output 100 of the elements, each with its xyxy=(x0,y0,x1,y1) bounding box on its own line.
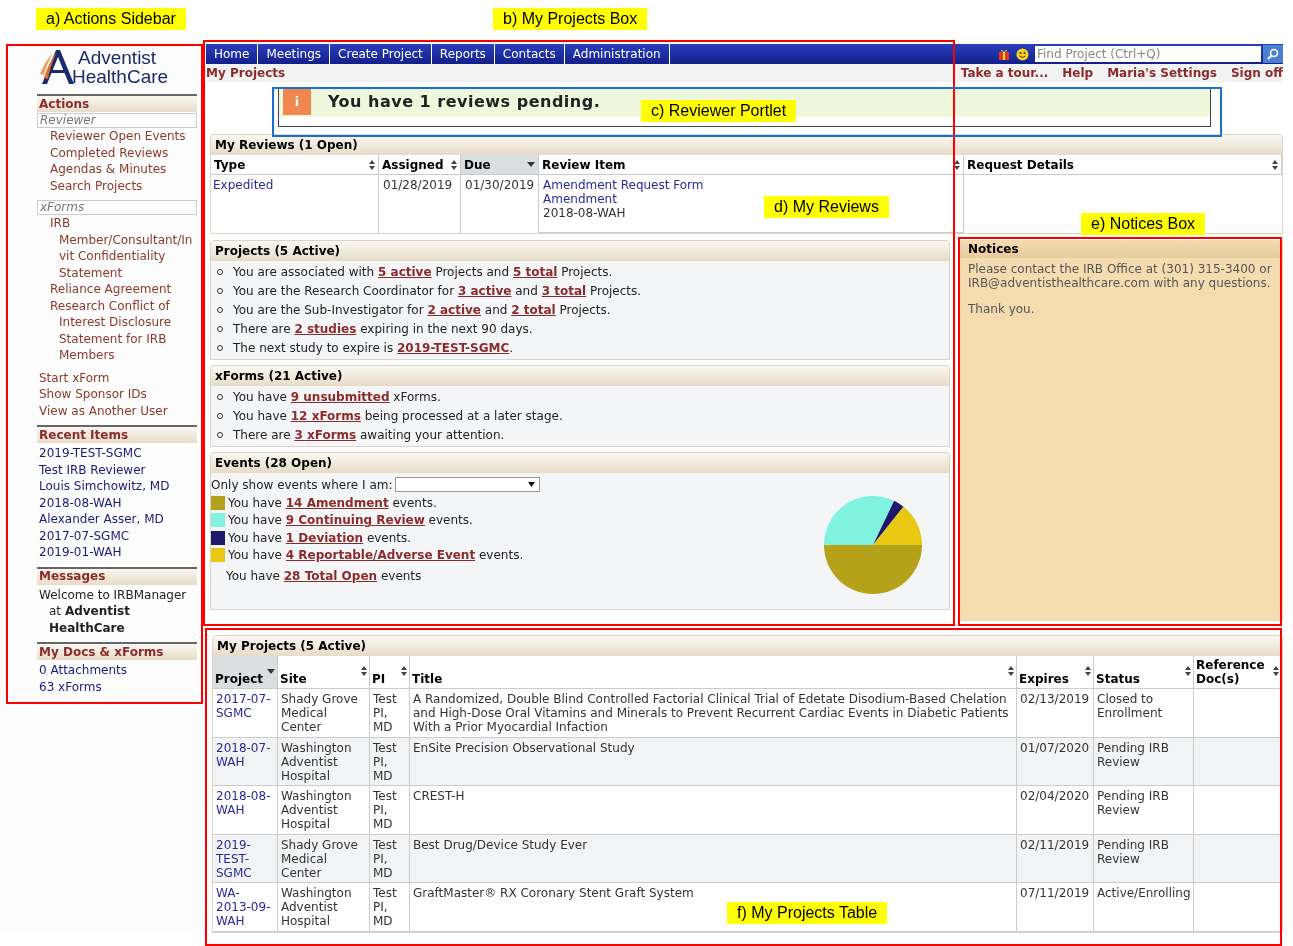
panel-header: Events (28 Open) xyxy=(211,453,949,473)
sort-icon xyxy=(1085,666,1091,676)
column-header[interactable]: Type xyxy=(211,155,379,174)
sidebar-link[interactable]: Reliance Agreement xyxy=(43,281,197,298)
sidebar-link[interactable]: Search Projects xyxy=(43,177,197,194)
sidebar-section-title: Recent Items xyxy=(37,425,197,443)
role-dropdown[interactable] xyxy=(395,477,541,492)
header-link[interactable]: Maria's Settings xyxy=(1107,64,1217,82)
column-header[interactable]: Title xyxy=(410,656,1017,688)
sidebar-link[interactable]: Reviewer Open Events xyxy=(43,128,197,145)
summary-link[interactable]: 9 unsubmitted xyxy=(290,388,390,406)
summary-text: Projects. xyxy=(558,302,611,319)
recent-item-link[interactable]: Test IRB Reviewer xyxy=(37,461,197,478)
review-item-link[interactable]: Amendment Request Form xyxy=(543,178,704,192)
column-label: Expires xyxy=(1019,672,1069,686)
project-link[interactable]: 2018-07-WAH xyxy=(216,740,274,769)
summary-link[interactable]: 3 xForms xyxy=(294,426,357,444)
recent-item-link[interactable]: 2018-08-WAH xyxy=(37,494,197,511)
summary-text: You are the Sub-Investigator for xyxy=(233,302,425,319)
sort-icon xyxy=(1273,666,1279,676)
column-header[interactable]: Status xyxy=(1094,656,1194,688)
sidebar-section-title: Actions xyxy=(37,94,197,112)
search-icon xyxy=(1267,48,1279,60)
summary-link[interactable]: 3 total xyxy=(541,282,587,300)
sidebar-link[interactable]: Show Sponsor IDs xyxy=(37,386,197,403)
table-cell: EnSite Precision Observational Study xyxy=(413,740,635,755)
header-link[interactable]: Take a tour... xyxy=(960,64,1049,82)
gift-icon xyxy=(998,48,1010,60)
column-header[interactable]: Reference Doc(s) xyxy=(1194,656,1282,688)
summary-text: There are xyxy=(233,321,292,338)
table-cell: 07/11/2019 xyxy=(1020,886,1090,900)
summary-text: You have xyxy=(233,408,288,425)
summary-link[interactable]: 2 studies xyxy=(294,320,357,338)
summary-link[interactable]: 2 total xyxy=(511,301,556,319)
summary-text: You have xyxy=(226,567,281,585)
annotation-label: c) Reviewer Portlet xyxy=(641,100,797,122)
sort-caret-icon xyxy=(527,162,535,167)
summary-text: You have xyxy=(228,512,283,530)
sidebar-link[interactable]: Research Conflict of Interest Disclosure Statement for IRB Members xyxy=(43,297,197,364)
sidebar-link[interactable]: Completed Reviews xyxy=(43,144,197,161)
table-cell: Pending IRB Review xyxy=(1097,740,1169,769)
table-cell: A Randomized, Double Blind Controlled Factorial Clinical Trial of Edetate Disodium-Based Chelation and High-Dose Oral Vitamins and Minerals to Prevent Recurrent Cardiac Events in Diabetic Patients With a Prior Myocardial Infaction xyxy=(413,692,1009,734)
sort-icon xyxy=(1008,666,1014,676)
panel-header: Notices xyxy=(960,240,1283,258)
project-link[interactable]: WA-2013-09-WAH xyxy=(216,886,274,928)
review-type-link[interactable]: Expedited xyxy=(213,178,274,192)
sidebar-link[interactable]: IRB Member/Consultant/Invit Confidentiality Statement xyxy=(43,215,197,281)
annotation-label: f) My Projects Table xyxy=(727,902,888,924)
summary-link[interactable]: 14 Amendment xyxy=(285,493,389,512)
summary-text: being processed at a later stage. xyxy=(363,408,563,425)
summary-text: events. xyxy=(427,512,473,530)
column-header[interactable]: Expires xyxy=(1017,656,1094,688)
sort-icon xyxy=(1272,159,1278,170)
column-header[interactable]: Site xyxy=(278,656,370,688)
sidebar-section-title: Messages xyxy=(37,566,197,585)
recent-item-link[interactable]: 2019-01-WAH xyxy=(37,544,197,561)
docs-link[interactable]: 63 xForms xyxy=(37,678,197,695)
project-link[interactable]: 2018-08-WAH xyxy=(216,789,274,817)
column-header[interactable]: PI xyxy=(370,656,410,688)
summary-link[interactable]: 9 Continuing Review xyxy=(285,511,425,530)
logo-text: HealthCare xyxy=(72,67,169,86)
notice-text: Please contact the IRB Office at (301) 315-3400 or IRB@adventisthealthcare.com with any questions. xyxy=(968,262,1273,290)
recent-item-link[interactable]: Alexander Asser, MD xyxy=(37,511,197,528)
summary-link[interactable]: 2 active xyxy=(427,301,481,319)
summary-link[interactable]: 5 active xyxy=(378,263,432,281)
table-cell: Washington Adventist Hospital xyxy=(281,740,352,783)
docs-link[interactable]: 0 Attachments xyxy=(37,662,197,679)
table-cell: CREST-H xyxy=(413,789,465,803)
review-item-link[interactable]: Amendment xyxy=(543,192,617,206)
summary-link[interactable]: 12 xForms xyxy=(290,407,361,425)
summary-link[interactable]: 3 active xyxy=(457,282,512,300)
header-link[interactable]: Help xyxy=(1062,64,1094,82)
header-link[interactable]: Sign off xyxy=(1230,64,1283,82)
column-header[interactable]: Project xyxy=(213,656,278,688)
column-header[interactable]: Assigned xyxy=(379,155,461,174)
project-link[interactable]: 2017-07-SGMC xyxy=(216,692,274,720)
table-cell: 02/04/2020 xyxy=(1020,789,1090,803)
sidebar-link[interactable]: Start xForm xyxy=(37,369,197,386)
summary-link[interactable]: 5 total xyxy=(512,263,558,281)
summary-link[interactable]: 28 Total Open xyxy=(283,566,378,585)
column-header[interactable]: Due xyxy=(461,155,539,174)
sidebar-link[interactable]: Agendas & Minutes xyxy=(43,161,197,178)
logo-text: Adventist xyxy=(78,48,158,67)
table-cell: Washington Adventist Hospital xyxy=(281,789,352,831)
search-field[interactable]: Find Project (Ctrl+Q) xyxy=(1035,46,1261,62)
annotation-label: b) My Projects Box xyxy=(493,8,648,30)
recent-item-link[interactable]: 2019-TEST-SGMC xyxy=(37,445,197,462)
summary-text: You have xyxy=(228,529,283,547)
panel-header: Projects (5 Active) xyxy=(211,241,949,261)
search-button[interactable] xyxy=(1263,45,1283,63)
recent-item-link[interactable]: Louis Simchowitz, MD xyxy=(37,478,197,495)
column-label: Request Details xyxy=(967,156,1074,174)
summary-link[interactable]: 1 Deviation xyxy=(285,528,364,547)
summary-link[interactable]: 4 Reportable/Adverse Event xyxy=(285,546,476,565)
recent-item-link[interactable]: 2017-07-SGMC xyxy=(37,527,197,544)
summary-text: events. xyxy=(391,494,437,512)
pending-message: You have 1 reviews pending. xyxy=(328,91,601,113)
summary-text: There are xyxy=(233,427,292,444)
project-link[interactable]: 2019-TEST-SGMC xyxy=(216,837,274,880)
sidebar-link[interactable]: View as Another User xyxy=(37,402,197,419)
